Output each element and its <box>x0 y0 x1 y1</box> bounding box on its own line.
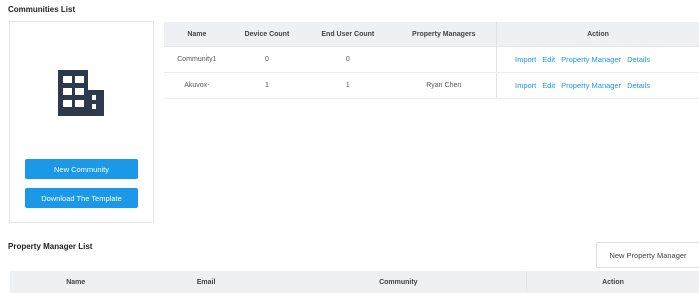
column-header-action: Action <box>527 271 699 293</box>
cell-device-count: 0 <box>230 47 304 73</box>
column-header-community: Community <box>271 271 527 293</box>
column-header-device-count: Device Count <box>230 22 304 47</box>
edit-link[interactable]: Edit <box>542 81 555 90</box>
cell-device-count: 1 <box>230 73 304 99</box>
cell-end-user-count: 0 <box>304 47 391 73</box>
column-header-email: Email <box>142 271 271 293</box>
new-property-manager-button[interactable]: New Property Manager <box>596 242 699 268</box>
communities-table: Name Device Count End User Count Propert… <box>164 22 699 99</box>
table-row: Akuvox- 1 1 Ryan Chen Import Edit Proper… <box>164 73 699 99</box>
column-header-end-user-count: End User Count <box>304 22 391 47</box>
table-row: Community1 0 0 Import Edit Property Mana… <box>164 47 699 73</box>
details-link[interactable]: Details <box>627 81 650 90</box>
community-side-panel: New Community Download The Template <box>9 21 154 223</box>
download-template-button[interactable]: Download The Template <box>25 188 138 208</box>
cell-end-user-count: 1 <box>304 73 391 99</box>
import-link[interactable]: Import <box>515 55 536 64</box>
column-header-name: Name <box>10 271 142 293</box>
new-community-button[interactable]: New Community <box>25 159 138 179</box>
cell-name: Community1 <box>164 47 230 73</box>
column-header-action: Action <box>497 22 699 47</box>
cell-name: Akuvox- <box>164 73 230 99</box>
cell-property-managers <box>392 47 497 73</box>
cell-property-managers: Ryan Chen <box>392 73 497 99</box>
column-header-property-managers: Property Managers <box>392 22 497 47</box>
details-link[interactable]: Details <box>627 55 650 64</box>
cell-actions: Import Edit Property Manager Details <box>497 73 699 99</box>
property-managers-table: Name Email Community Action <box>10 271 699 293</box>
communities-list-title: Communities List <box>8 5 75 14</box>
column-header-name: Name <box>164 22 230 47</box>
import-link[interactable]: Import <box>515 81 536 90</box>
property-manager-link[interactable]: Property Manager <box>561 55 621 64</box>
cell-actions: Import Edit Property Manager Details <box>497 47 699 73</box>
property-manager-list-title: Property Manager List <box>8 242 92 251</box>
edit-link[interactable]: Edit <box>542 55 555 64</box>
table-header-row: Name Email Community Action <box>10 271 699 293</box>
building-icon <box>56 68 106 118</box>
property-manager-link[interactable]: Property Manager <box>561 81 621 90</box>
table-header-row: Name Device Count End User Count Propert… <box>164 22 699 47</box>
